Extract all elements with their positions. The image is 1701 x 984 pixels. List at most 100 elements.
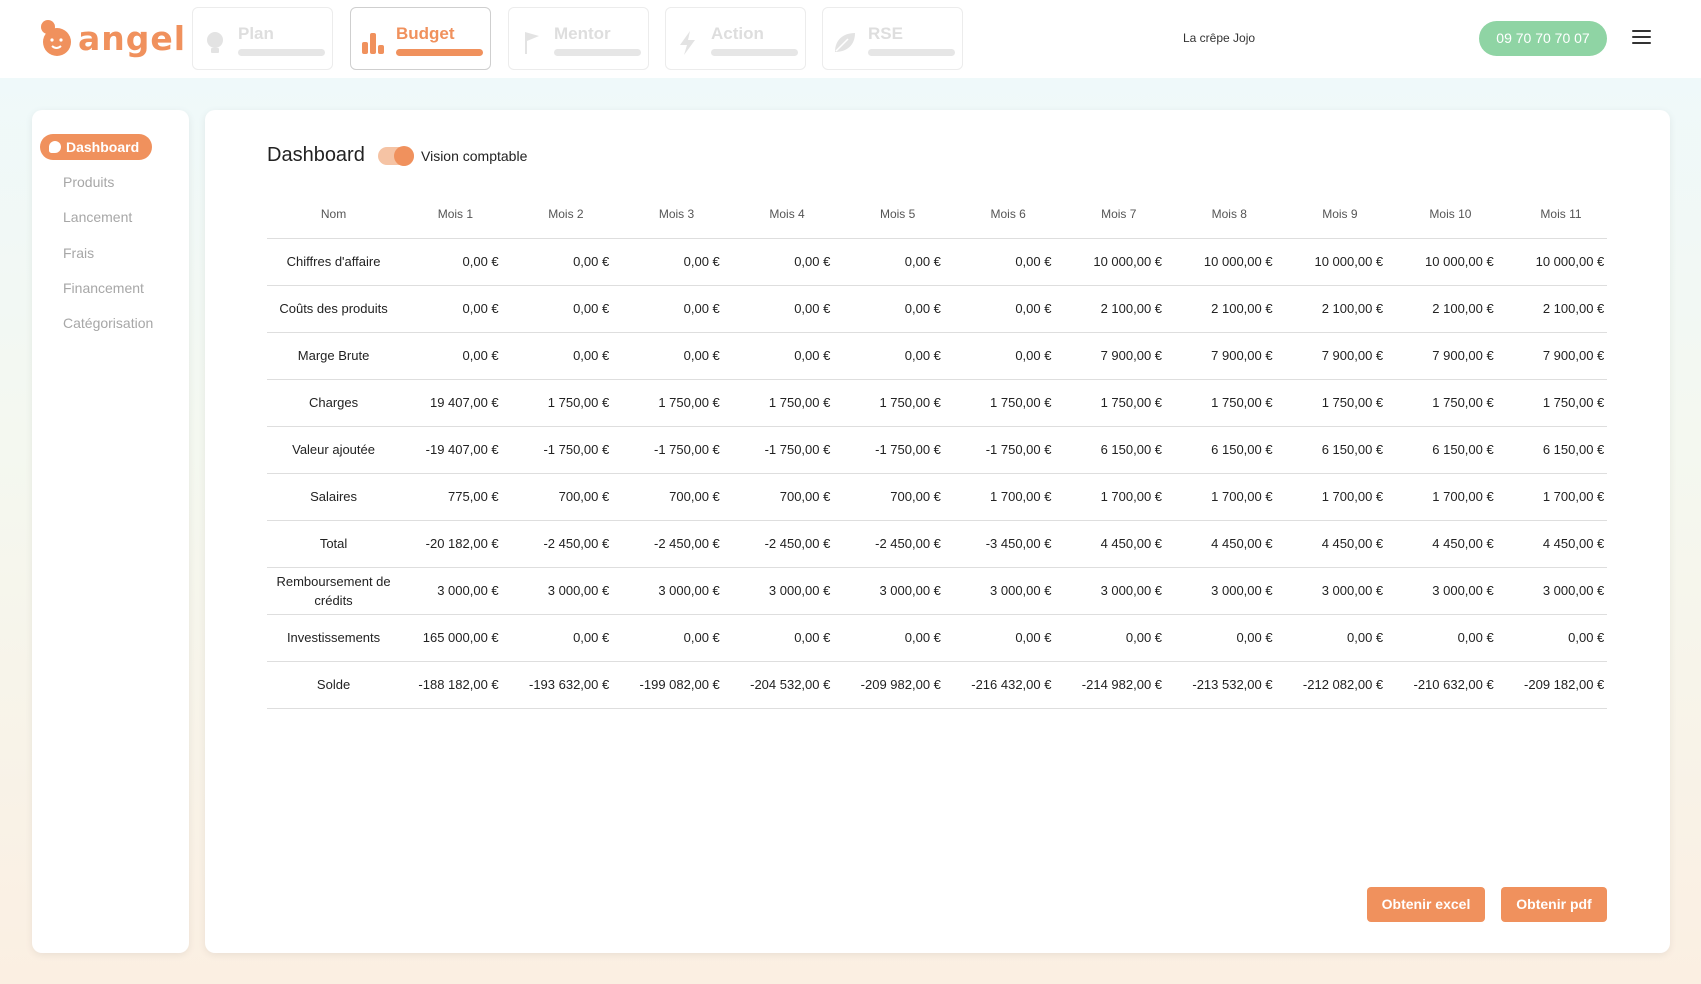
value-cell: -209 182,00 € xyxy=(1505,661,1607,709)
tab-mentor[interactable]: Mentor xyxy=(508,7,649,70)
value-cell: 0,00 € xyxy=(842,285,953,333)
row-name-cell: Solde xyxy=(267,661,401,709)
toggle-label: Vision comptable xyxy=(421,148,528,164)
table-row: Valeur ajoutée -19 407,00 € -1 750,00 € -1 … xyxy=(267,426,1607,474)
export-pdf-button[interactable]: Obtenir pdf xyxy=(1501,887,1607,922)
export-excel-button[interactable]: Obtenir excel xyxy=(1367,887,1485,922)
tab-plan[interactable]: Plan xyxy=(192,7,333,70)
value-cell: 7 900,00 € xyxy=(1395,332,1506,380)
column-header-mois: Mois 9 xyxy=(1284,190,1396,239)
value-cell: 0,00 € xyxy=(731,285,843,333)
value-cell: 1 750,00 € xyxy=(621,379,732,427)
page-title: Dashboard xyxy=(267,144,365,166)
phone-button[interactable]: 09 70 70 70 07 xyxy=(1479,21,1607,56)
column-header-mois: Mois 7 xyxy=(1063,190,1175,239)
tab-budget[interactable]: Budget xyxy=(350,7,491,70)
table-row: Solde -188 182,00 € -193 632,00 € -199 082,… xyxy=(267,661,1607,709)
value-cell: 0,00 € xyxy=(1284,614,1396,662)
column-header-mois: Mois 1 xyxy=(400,190,511,239)
tab-plan-progress xyxy=(238,49,325,56)
sidebar-item-categorisation[interactable]: Catégorisation xyxy=(63,315,153,331)
tab-action-progress xyxy=(711,49,798,56)
value-cell: 700,00 € xyxy=(621,473,732,521)
value-cell: 0,00 € xyxy=(952,614,1064,662)
hamburger-menu-icon[interactable] xyxy=(1632,30,1651,47)
value-cell: 7 900,00 € xyxy=(1505,332,1607,380)
value-cell: -188 182,00 € xyxy=(400,661,511,709)
sidebar-item-dashboard[interactable]: Dashboard xyxy=(40,134,152,160)
value-cell: 7 900,00 € xyxy=(1063,332,1175,380)
value-cell: 0,00 € xyxy=(952,332,1064,380)
value-cell: 0,00 € xyxy=(510,332,622,380)
table-row: Total -20 182,00 € -2 450,00 € -2 450,00 € -… xyxy=(267,520,1607,568)
value-cell: 3 000,00 € xyxy=(621,567,732,615)
value-cell: 0,00 € xyxy=(400,332,511,380)
value-cell: 3 000,00 € xyxy=(731,567,843,615)
value-cell: 6 150,00 € xyxy=(1395,426,1506,474)
value-cell: 0,00 € xyxy=(731,332,843,380)
table-row: Salaires 775,00 €700,00 €700,00 €700,00 €… xyxy=(267,473,1607,521)
column-header-nom: Nom xyxy=(267,190,401,239)
column-header-mois: Mois 6 xyxy=(952,190,1064,239)
value-cell: 6 150,00 € xyxy=(1063,426,1175,474)
value-cell: 700,00 € xyxy=(510,473,622,521)
lightbulb-icon xyxy=(207,32,223,53)
value-cell: 0,00 € xyxy=(621,332,732,380)
value-cell: 165 000,00 € xyxy=(400,614,511,662)
value-cell: 2 100,00 € xyxy=(1395,285,1506,333)
tab-mentor-progress xyxy=(554,49,641,56)
tab-action[interactable]: Action xyxy=(665,7,806,70)
dashboard-table-scroll[interactable]: Nom Mois 1 Mois 2 Mois 3 Mois 4 Mois 5 Mois 6M… xyxy=(267,190,1607,822)
value-cell: -1 750,00 € xyxy=(731,426,843,474)
tab-rse-progress xyxy=(868,49,955,56)
value-cell: 6 150,00 € xyxy=(1174,426,1285,474)
value-cell: 19 407,00 € xyxy=(400,379,511,427)
value-cell: -3 450,00 € xyxy=(952,520,1064,568)
sidebar-item-frais[interactable]: Frais xyxy=(63,245,94,261)
sidebar-item-lancement[interactable]: Lancement xyxy=(63,209,132,225)
row-name-cell: Valeur ajoutée xyxy=(267,426,401,474)
row-name-cell: Charges xyxy=(267,379,401,427)
column-header-mois: Mois 8 xyxy=(1174,190,1285,239)
value-cell: 0,00 € xyxy=(952,238,1064,286)
value-cell: 3 000,00 € xyxy=(952,567,1064,615)
value-cell: -204 532,00 € xyxy=(731,661,843,709)
column-header-mois: Mois 2 xyxy=(510,190,622,239)
bar-chart-icon xyxy=(362,33,384,54)
lightning-icon xyxy=(680,31,695,55)
value-cell: 700,00 € xyxy=(842,473,953,521)
value-cell: 10 000,00 € xyxy=(1174,238,1285,286)
value-cell: -19 407,00 € xyxy=(400,426,511,474)
value-cell: 1 750,00 € xyxy=(952,379,1064,427)
value-cell: 1 750,00 € xyxy=(842,379,953,427)
value-cell: 0,00 € xyxy=(1395,614,1506,662)
row-name-cell: Salaires xyxy=(267,473,401,521)
sidebar-item-financement[interactable]: Financement xyxy=(63,280,144,296)
value-cell: -210 632,00 € xyxy=(1395,661,1506,709)
value-cell: 1 750,00 € xyxy=(1284,379,1396,427)
value-cell: -209 982,00 € xyxy=(842,661,953,709)
value-cell: 1 750,00 € xyxy=(1063,379,1175,427)
row-name-cell: Coûts des produits xyxy=(267,285,401,333)
value-cell: 3 000,00 € xyxy=(510,567,622,615)
value-cell: 0,00 € xyxy=(510,285,622,333)
flag-icon xyxy=(525,32,539,54)
table-row: Chiffres d'affaire 0,00 €0,00 €0,00 €0,00… xyxy=(267,238,1607,286)
value-cell: 1 700,00 € xyxy=(1395,473,1506,521)
value-cell: -193 632,00 € xyxy=(510,661,622,709)
tab-budget-progress xyxy=(396,49,483,56)
row-name-cell: Chiffres d'affaire xyxy=(267,238,401,286)
value-cell: 3 000,00 € xyxy=(400,567,511,615)
row-name-cell: Remboursement de crédits xyxy=(267,567,401,615)
sidebar-item-produits[interactable]: Produits xyxy=(63,174,114,190)
value-cell: -216 432,00 € xyxy=(952,661,1064,709)
value-cell: 0,00 € xyxy=(510,614,622,662)
value-cell: 7 900,00 € xyxy=(1284,332,1396,380)
logo[interactable]: angel xyxy=(38,16,186,60)
column-header-mois: Mois 4 xyxy=(731,190,843,239)
tab-rse[interactable]: RSE xyxy=(822,7,963,70)
vision-comptable-toggle[interactable] xyxy=(378,146,414,166)
tab-plan-label: Plan xyxy=(238,24,274,43)
value-cell: 7 900,00 € xyxy=(1174,332,1285,380)
value-cell: 1 750,00 € xyxy=(731,379,843,427)
